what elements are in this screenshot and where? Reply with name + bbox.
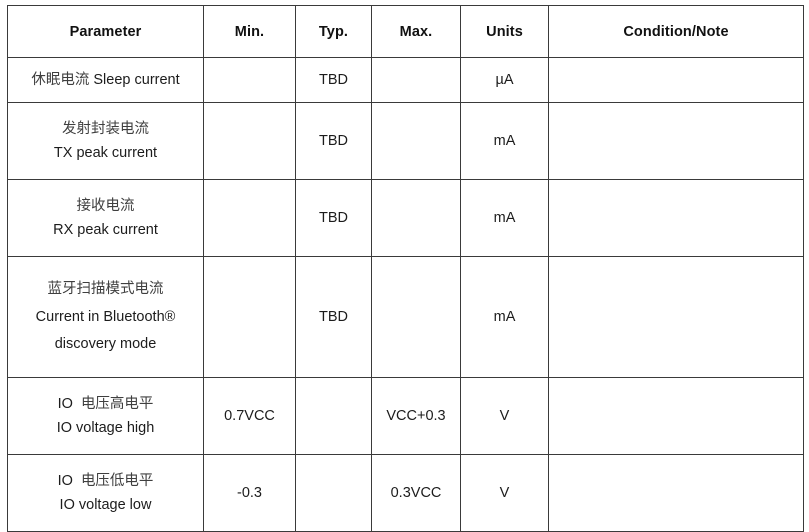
parameter-latin-text: Sleep current bbox=[93, 71, 180, 88]
cell-condition-note bbox=[548, 377, 804, 455]
table-body: 休眠电流 Sleep current TBD µA 发射封装电流 TX peak… bbox=[7, 57, 804, 532]
cell-max: 0.3VCC bbox=[371, 454, 461, 532]
document-page: Parameter Min. Typ. Max. Units Condition… bbox=[0, 0, 809, 532]
parameter-cjk-text: 接收电流 bbox=[76, 198, 135, 214]
cell-max bbox=[371, 256, 461, 378]
parameter-latin-text: Current in Bluetooth® bbox=[35, 308, 176, 325]
table-header: Parameter Min. Typ. Max. Units Condition… bbox=[7, 5, 804, 58]
cell-max bbox=[371, 57, 461, 103]
parameter-latin-text-2: discovery mode bbox=[54, 336, 157, 353]
cell-units: mA bbox=[460, 179, 549, 257]
cell-parameter: 接收电流 RX peak current bbox=[7, 179, 204, 257]
column-header-condition-note: Condition/Note bbox=[548, 5, 804, 58]
cell-parameter: 蓝牙扫描模式电流 Current in Bluetooth® discovery… bbox=[7, 256, 204, 378]
column-header-min: Min. bbox=[203, 5, 296, 58]
cell-parameter: 发射封装电流 TX peak current bbox=[7, 102, 204, 180]
column-header-typ: Typ. bbox=[295, 5, 372, 58]
cell-min: 0.7VCC bbox=[203, 377, 296, 455]
parameter-line: IO 电压低电平 bbox=[8, 474, 203, 489]
cell-min bbox=[203, 102, 296, 180]
parameter-latin-prefix: IO bbox=[57, 396, 73, 412]
parameter-latin-text: IO voltage high bbox=[56, 419, 155, 436]
parameter-latin-text: IO voltage low bbox=[59, 496, 152, 513]
table-row: IO 电压低电平 IO voltage low -0.3 0.3VCC V bbox=[7, 454, 804, 532]
table-row: 蓝牙扫描模式电流 Current in Bluetooth® discovery… bbox=[7, 256, 804, 378]
cell-units: µA bbox=[460, 57, 549, 103]
cell-typ bbox=[295, 454, 372, 532]
parameter-cjk-text: 蓝牙扫描模式电流 bbox=[47, 281, 164, 298]
cell-parameter: 休眠电流 Sleep current bbox=[7, 57, 204, 103]
cell-units: V bbox=[460, 377, 549, 455]
column-header-parameter: Parameter bbox=[7, 5, 204, 58]
table-row: 休眠电流 Sleep current TBD µA bbox=[7, 57, 804, 103]
cell-typ: TBD bbox=[295, 179, 372, 257]
cell-condition-note bbox=[548, 454, 804, 532]
parameter-latin-text: RX peak current bbox=[53, 221, 158, 238]
parameter-cjk-text: 休眠电流 bbox=[31, 71, 90, 88]
table-row: 接收电流 RX peak current TBD mA bbox=[7, 179, 804, 257]
cell-typ: TBD bbox=[295, 57, 372, 103]
cell-max bbox=[371, 179, 461, 257]
parameter-latin-text: TX peak current bbox=[53, 144, 158, 161]
cell-units: mA bbox=[460, 102, 549, 180]
parameter-cjk-text: 电压高电平 bbox=[80, 396, 154, 412]
cell-condition-note bbox=[548, 102, 804, 180]
cell-min bbox=[203, 57, 296, 103]
cell-min: -0.3 bbox=[203, 454, 296, 532]
cell-units: mA bbox=[460, 256, 549, 378]
table-row: 发射封装电流 TX peak current TBD mA bbox=[7, 102, 804, 180]
cell-min bbox=[203, 256, 296, 378]
parameter-cjk-text: 发射封装电流 bbox=[62, 121, 149, 137]
cell-typ: TBD bbox=[295, 102, 372, 180]
table-header-row: Parameter Min. Typ. Max. Units Condition… bbox=[7, 5, 804, 58]
cell-condition-note bbox=[548, 179, 804, 257]
column-header-units: Units bbox=[460, 5, 549, 58]
cell-max: VCC+0.3 bbox=[371, 377, 461, 455]
cell-max bbox=[371, 102, 461, 180]
parameter-cjk-text: 电压低电平 bbox=[80, 473, 154, 489]
cell-units: V bbox=[460, 454, 549, 532]
cell-parameter: IO 电压高电平 IO voltage high bbox=[7, 377, 204, 455]
cell-typ: TBD bbox=[295, 256, 372, 378]
cell-parameter: IO 电压低电平 IO voltage low bbox=[7, 454, 204, 532]
cell-condition-note bbox=[548, 256, 804, 378]
column-header-max: Max. bbox=[371, 5, 461, 58]
parameter-line: IO 电压高电平 bbox=[8, 397, 203, 412]
parameter-latin-prefix: IO bbox=[57, 473, 73, 489]
cell-min bbox=[203, 179, 296, 257]
table-row: IO 电压高电平 IO voltage high 0.7VCC VCC+0.3 … bbox=[7, 377, 804, 455]
cell-condition-note bbox=[548, 57, 804, 103]
electrical-characteristics-table: Parameter Min. Typ. Max. Units Condition… bbox=[7, 5, 804, 532]
parameter-line: 休眠电流 Sleep current bbox=[8, 73, 203, 88]
cell-typ bbox=[295, 377, 372, 455]
